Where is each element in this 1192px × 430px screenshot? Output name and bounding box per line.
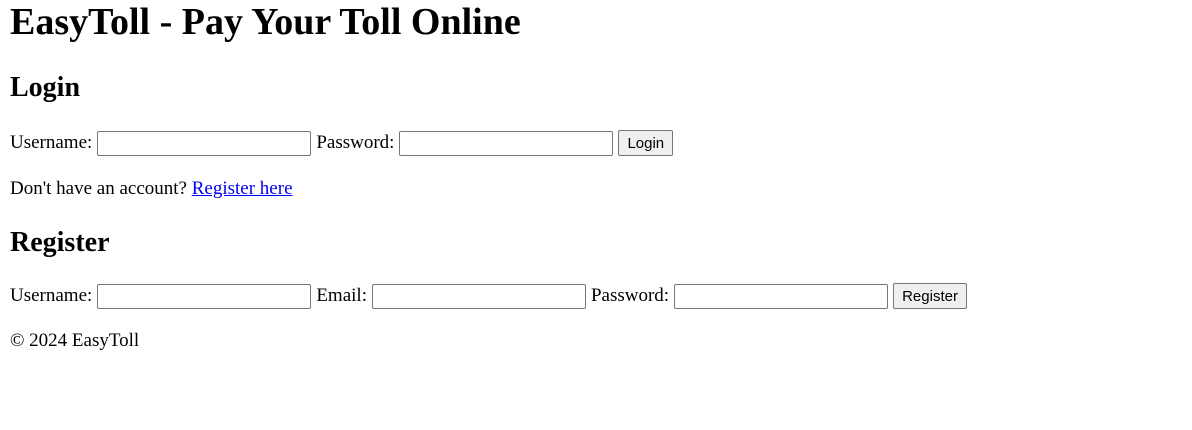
register-button[interactable]: Register — [893, 283, 967, 309]
register-password-label: Password: — [590, 284, 670, 306]
register-username-input[interactable] — [97, 283, 312, 309]
register-email-input[interactable] — [371, 283, 586, 309]
register-password-input[interactable] — [674, 283, 889, 309]
login-form: Username: Password: Login — [10, 128, 1182, 158]
login-username-label: Username: — [10, 131, 93, 153]
login-password-label: Password: — [316, 131, 395, 153]
register-heading: Register — [10, 227, 110, 258]
page-title: EasyToll - Pay Your Toll Online — [10, 1, 521, 43]
login-section: Login Username: Password: Login Don't ha… — [10, 72, 1182, 201]
signup-prompt: Don't have an account? Register here — [10, 177, 1182, 201]
register-email-label: Email: — [316, 284, 367, 306]
login-button[interactable]: Login — [618, 130, 674, 156]
register-link[interactable]: Register here — [192, 178, 293, 199]
register-username-label: Username: — [10, 284, 93, 306]
login-username-input[interactable] — [97, 130, 312, 156]
page: EasyToll - Pay Your Toll Online Login Us… — [0, 0, 1192, 353]
login-password-input[interactable] — [399, 130, 614, 156]
register-form: Username: Email: Password: Register — [10, 281, 1182, 311]
login-heading: Login — [10, 72, 81, 103]
footer: © 2024 EasyToll — [10, 330, 140, 351]
register-section: Register Username: Email: Password: Regi… — [10, 227, 1182, 311]
no-account-text: Don't have an account? — [10, 178, 187, 199]
